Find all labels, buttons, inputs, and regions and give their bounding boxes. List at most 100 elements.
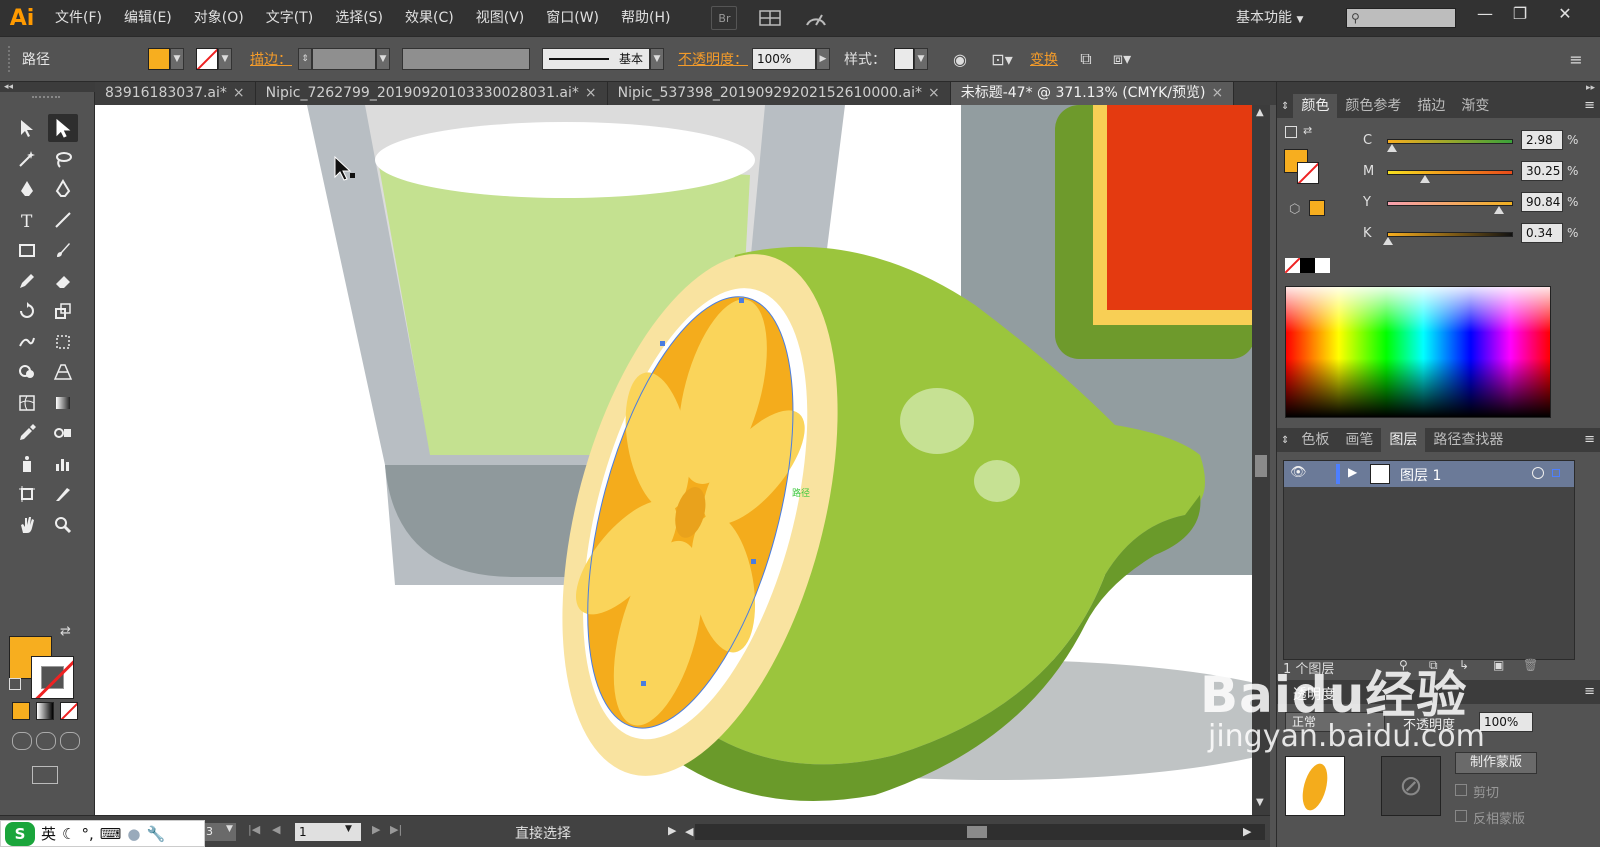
transparency-panel-title[interactable]: 透明度 — [1293, 684, 1335, 704]
draw-normal-icon[interactable] — [12, 732, 32, 750]
perspective-grid-tool-icon[interactable] — [48, 358, 78, 386]
warp-tool-icon[interactable] — [12, 328, 42, 356]
hand-tool-icon[interactable] — [12, 511, 42, 539]
slider-knob[interactable] — [1383, 237, 1393, 245]
menu-item-6[interactable]: 视图(V) — [465, 0, 536, 36]
gradient-tool-icon[interactable] — [48, 389, 78, 417]
graphic-style-swatch[interactable] — [894, 48, 914, 70]
rectangle-tool-icon[interactable] — [12, 236, 42, 264]
graphic-style-dropdown[interactable]: ▼ — [914, 48, 928, 70]
eraser-tool-icon[interactable] — [48, 267, 78, 295]
pen-tool-icon[interactable] — [12, 175, 42, 203]
vertical-scroll-thumb[interactable] — [1255, 455, 1267, 477]
variable-width-profile[interactable] — [402, 48, 530, 70]
control-bar-grip[interactable] — [8, 46, 12, 72]
artboard-tool-icon[interactable] — [12, 480, 42, 508]
scroll-right-icon[interactable]: ▶ — [1243, 825, 1251, 838]
vertical-scrollbar[interactable]: ▲ ▼ — [1252, 105, 1270, 815]
channel-slider[interactable] — [1387, 170, 1513, 175]
zoom-dropdown-icon[interactable]: ▼ — [226, 824, 233, 834]
keyboard-icon[interactable]: ⌨ — [100, 825, 122, 843]
transform-panel-link[interactable]: 变换 — [1030, 49, 1058, 69]
free-transform-tool-icon[interactable] — [48, 328, 78, 356]
workspace-switcher[interactable]: 基本功能 ▼ — [1236, 6, 1303, 30]
stroke-panel-link[interactable]: 描边： — [250, 49, 292, 69]
pencil-tool-icon[interactable] — [12, 267, 42, 295]
panel-tab[interactable]: 颜色参考 — [1337, 94, 1409, 118]
menu-item-1[interactable]: 编辑(E) — [113, 0, 183, 36]
artboard-dropdown-icon[interactable]: ▼ — [345, 824, 352, 834]
menu-item-3[interactable]: 文字(T) — [255, 0, 324, 36]
make-clipping-mask-icon[interactable]: ⧉ — [1429, 658, 1438, 673]
document-tab[interactable]: 未标题-47* @ 371.13% (CMYK/预览) × — [950, 82, 1235, 105]
curvature-tool-icon[interactable] — [48, 175, 78, 203]
fill-dropdown[interactable]: ▼ — [170, 48, 184, 70]
panel-menu-icon[interactable]: ≡ — [1584, 684, 1595, 699]
document-tab[interactable]: 83916183037.ai* × — [95, 82, 256, 105]
new-layer-icon[interactable]: ▣ — [1493, 658, 1504, 672]
color-mode-icon[interactable] — [12, 702, 30, 720]
default-fill-stroke-icon[interactable] — [9, 678, 21, 690]
panel-menu-icon[interactable]: ≡ — [1562, 50, 1590, 69]
expand-arrow-icon[interactable]: ▶ — [1348, 465, 1357, 479]
first-artboard-icon[interactable]: |◀ — [248, 823, 260, 836]
document-tab[interactable]: Nipic_7262799_20190920103330028031.ai* × — [256, 82, 608, 105]
wrench-icon[interactable]: 🔧 — [147, 825, 166, 843]
blend-tool-icon[interactable] — [48, 419, 78, 447]
last-artboard-icon[interactable]: ▶| — [390, 823, 402, 836]
close-tab-icon[interactable]: × — [928, 85, 940, 101]
panel-tab[interactable]: 图层 — [1381, 428, 1426, 452]
restore-icon[interactable]: ❐ — [1505, 3, 1535, 25]
panel-tab[interactable]: 画笔 — [1337, 428, 1381, 452]
panel-menu-icon[interactable]: ≡ — [1584, 428, 1595, 452]
scale-tool-icon[interactable] — [48, 297, 78, 325]
dock-collapse-icon[interactable]: ▸▸ — [1277, 82, 1600, 94]
slider-knob[interactable] — [1494, 206, 1505, 214]
menu-item-7[interactable]: 窗口(W) — [535, 0, 610, 36]
draw-inside-icon[interactable] — [60, 732, 80, 750]
stroke-swatch[interactable] — [196, 48, 218, 70]
search-box[interactable]: ⚲ — [1346, 8, 1456, 28]
blend-mode-select[interactable]: 正常 — [1285, 712, 1385, 732]
rotate-tool-icon[interactable] — [12, 297, 42, 325]
user-icon[interactable]: ● — [127, 825, 140, 843]
swap-fill-stroke-icon[interactable]: ⇄ — [60, 624, 71, 639]
menu-item-5[interactable]: 效果(C) — [394, 0, 465, 36]
slider-knob[interactable] — [1386, 144, 1397, 152]
none-swatch[interactable] — [1285, 258, 1300, 273]
black-swatch[interactable] — [1300, 258, 1315, 273]
clip-checkbox[interactable] — [1455, 784, 1467, 796]
minimize-icon[interactable]: — — [1470, 3, 1500, 25]
channel-value-field[interactable]: 2.98 — [1521, 130, 1563, 150]
artboard-canvas[interactable]: 路径 — [95, 105, 1252, 815]
menu-item-2[interactable]: 对象(O) — [183, 0, 255, 36]
white-swatch[interactable] — [1315, 258, 1330, 273]
channel-value-field[interactable]: 30.25 — [1521, 161, 1563, 181]
close-icon[interactable]: ✕ — [1550, 3, 1580, 25]
column-graph-tool-icon[interactable] — [48, 450, 78, 478]
layer-target-icon[interactable] — [1532, 467, 1544, 479]
moon-icon[interactable]: ☾ — [62, 825, 75, 843]
fill-swatch[interactable] — [148, 48, 170, 70]
stroke-weight-dropdown[interactable]: ▼ — [376, 48, 390, 70]
stroke-weight-stepper[interactable]: ⇕ — [298, 48, 312, 70]
draw-behind-icon[interactable] — [36, 732, 56, 750]
eyedropper-tool-icon[interactable] — [12, 419, 42, 447]
layer-name[interactable]: 图层 1 — [1400, 465, 1441, 485]
magic-wand-tool-icon[interactable] — [12, 145, 42, 173]
scroll-down-icon[interactable]: ▼ — [1256, 797, 1264, 808]
make-mask-button[interactable]: 制作蒙版 — [1455, 752, 1537, 774]
horizontal-scrollbar[interactable]: ◀ ▶ — [685, 824, 1265, 840]
close-tab-icon[interactable]: × — [1211, 85, 1223, 101]
screen-mode-icon[interactable] — [32, 766, 58, 784]
empty-mask-thumbnail[interactable]: ⊘ — [1381, 756, 1441, 816]
panel-collapse-icon[interactable]: ⇕ — [1277, 101, 1293, 112]
bridge-icon[interactable]: Br — [711, 6, 738, 30]
punctuation-icon[interactable]: °, — [81, 825, 93, 843]
stroke-dropdown[interactable]: ▼ — [218, 48, 232, 70]
channel-slider[interactable] — [1387, 139, 1513, 144]
panel-tab[interactable]: 路径查找器 — [1425, 428, 1511, 452]
channel-value-field[interactable]: 0.34 — [1521, 223, 1563, 243]
brush-definition[interactable]: 基本 — [542, 48, 650, 70]
panel-tab[interactable]: 色板 — [1293, 428, 1337, 452]
